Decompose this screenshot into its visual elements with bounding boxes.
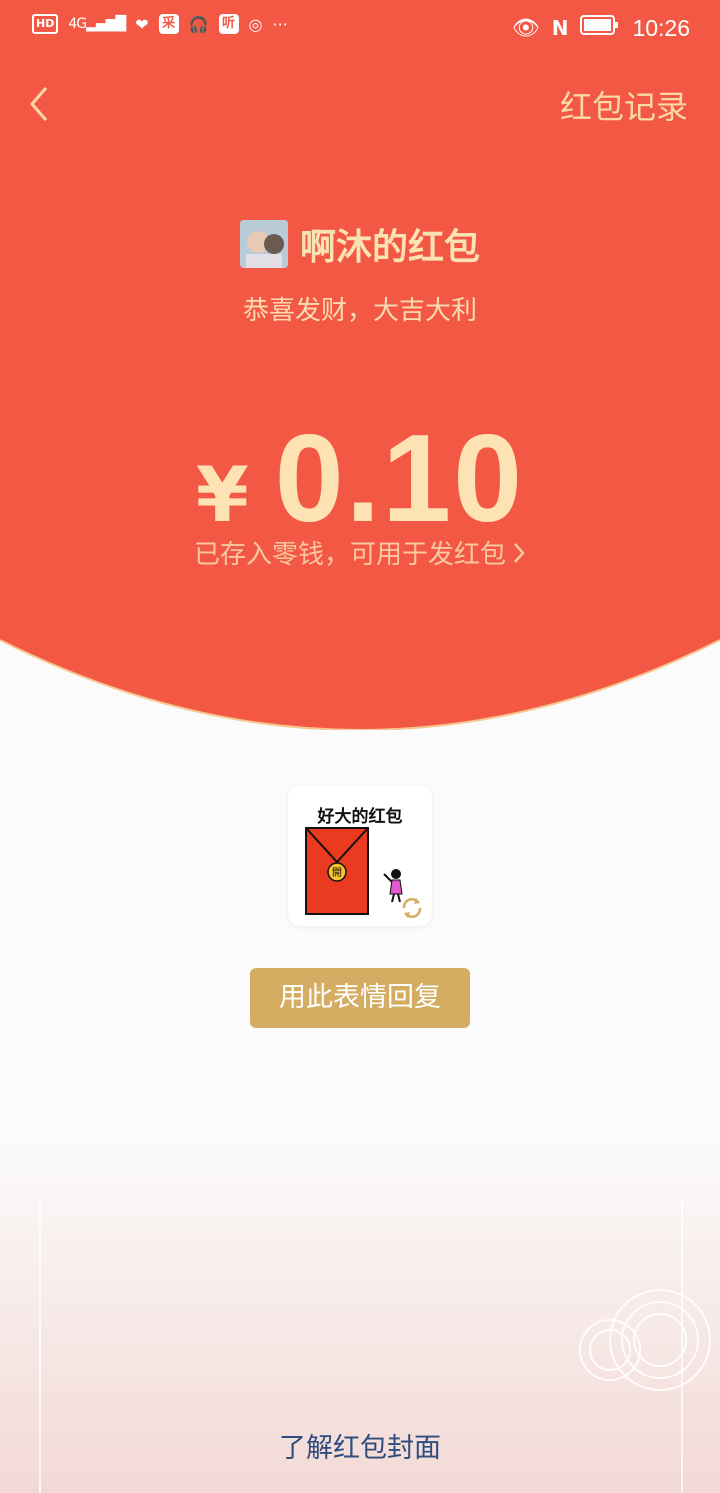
eye-comfort-icon: 👁 bbox=[511, 15, 540, 41]
location-app-icon: ◎ bbox=[248, 14, 263, 34]
app-icon: 听 bbox=[218, 14, 239, 34]
blessing-text: 恭喜发财，大吉大利 bbox=[242, 296, 477, 326]
amount-value: 0.10 bbox=[274, 410, 525, 548]
battery-icon bbox=[580, 14, 620, 42]
sticker-card[interactable]: 好大的红包 開 bbox=[288, 786, 432, 926]
headphones-icon: 🎧 bbox=[188, 14, 209, 34]
chevron-left-icon bbox=[30, 87, 48, 121]
back-button[interactable] bbox=[26, 84, 54, 124]
red-packet-records-link[interactable]: 红包记录 bbox=[560, 82, 688, 128]
chevron-right-icon bbox=[514, 542, 525, 563]
currency-symbol: ¥ bbox=[195, 450, 249, 539]
status-bar: HD 4G▂▄▆█ ❤ 采 🎧 听 ◎ ··· 👁 N 10:26 bbox=[0, 0, 720, 56]
sender-name: 啊沐的红包 bbox=[299, 227, 480, 268]
learn-cover-link[interactable]: 了解红包封面 bbox=[0, 1426, 720, 1465]
notification-app-icon: ❤ bbox=[135, 14, 149, 34]
nfc-icon: N bbox=[551, 16, 569, 40]
stored-note: 已存入零钱，可用于发红包 bbox=[193, 540, 506, 570]
refresh-icon[interactable] bbox=[400, 896, 424, 920]
hd-badge: HD bbox=[32, 14, 59, 34]
amount-display: ¥ 0.10 bbox=[0, 408, 720, 550]
reply-with-sticker-button[interactable]: 用此表情回复 bbox=[250, 968, 470, 1028]
sender-row: 啊沐的红包 bbox=[0, 218, 720, 270]
clock: 10:26 bbox=[632, 14, 690, 41]
svg-text:開: 開 bbox=[332, 867, 342, 879]
signal-icon: 4G▂▄▆█ bbox=[68, 16, 126, 32]
avatar bbox=[239, 220, 288, 268]
app-icon: 采 bbox=[158, 14, 179, 34]
change-wallet-link[interactable]: 已存入零钱，可用于发红包 bbox=[0, 534, 720, 571]
more-icon: ··· bbox=[272, 14, 288, 34]
